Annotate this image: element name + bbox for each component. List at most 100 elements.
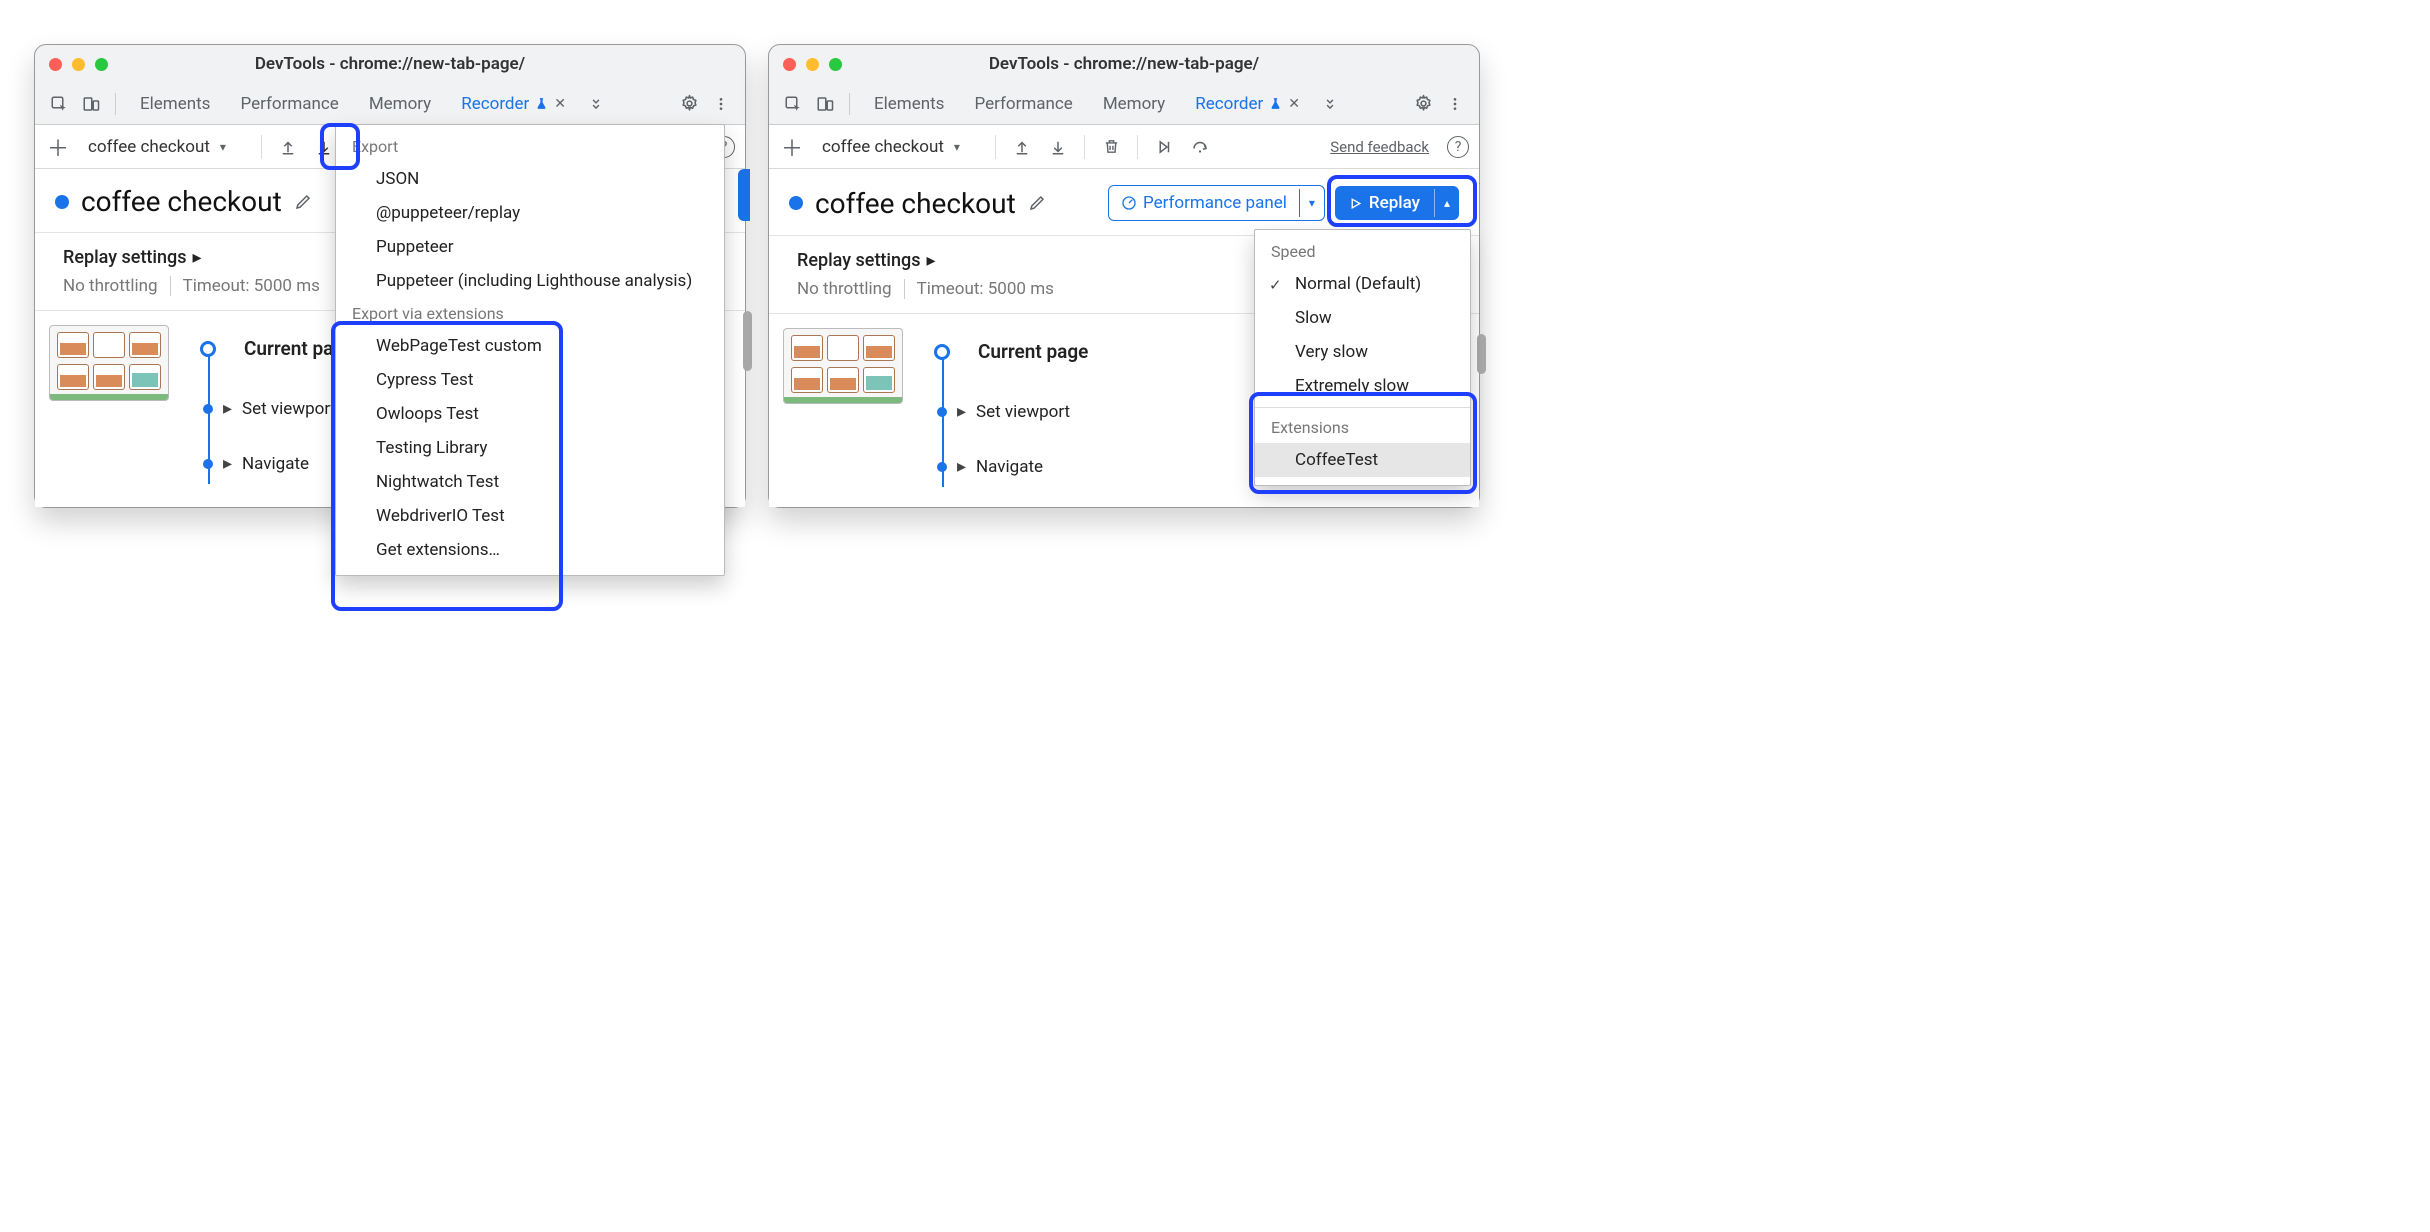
performance-panel-button[interactable]: Performance panel ▾ bbox=[1108, 185, 1325, 221]
tab-recorder-label: Recorder bbox=[1195, 94, 1263, 114]
replay-settings-label: Replay settings bbox=[63, 247, 187, 268]
timeout-value: Timeout: 5000 ms bbox=[170, 276, 320, 296]
recording-select[interactable]: coffee checkout ▾ bbox=[813, 133, 983, 161]
export-owloops[interactable]: Owloops Test bbox=[336, 397, 724, 431]
tab-recorder[interactable]: Recorder ✕ bbox=[447, 87, 580, 121]
edit-icon[interactable] bbox=[294, 193, 312, 211]
replay-speed-dropdown: Speed ✓ Normal (Default) Slow Very slow … bbox=[1254, 229, 1471, 486]
recorder-toolbar: ＋ coffee checkout ▾ Send feedback ? bbox=[769, 125, 1479, 169]
device-toggle-icon[interactable] bbox=[77, 90, 105, 118]
more-tabs-icon[interactable] bbox=[1316, 90, 1344, 118]
replay-button-partial[interactable] bbox=[738, 169, 750, 221]
close-window-button[interactable] bbox=[49, 58, 62, 71]
scrollbar[interactable] bbox=[1477, 334, 1486, 374]
step-set-viewport[interactable]: Set viewport bbox=[242, 399, 336, 419]
export-icon[interactable] bbox=[1044, 133, 1072, 161]
settings-gear-icon[interactable] bbox=[675, 90, 703, 118]
check-icon: ✓ bbox=[1269, 276, 1282, 294]
perf-panel-dropdown-icon[interactable]: ▾ bbox=[1299, 189, 1324, 217]
export-webdriverio[interactable]: WebdriverIO Test bbox=[336, 499, 724, 533]
export-webpagetest[interactable]: WebPageTest custom bbox=[336, 329, 724, 363]
extension-coffeetest[interactable]: CoffeeTest bbox=[1255, 443, 1470, 477]
export-testing-library[interactable]: Testing Library bbox=[336, 431, 724, 465]
recording-status-dot bbox=[55, 195, 69, 209]
send-feedback-link[interactable]: Send feedback bbox=[1330, 138, 1429, 156]
close-tab-icon[interactable]: ✕ bbox=[1288, 96, 1300, 112]
caret-right-icon: ▸ bbox=[957, 401, 966, 422]
maximize-window-button[interactable] bbox=[95, 58, 108, 71]
page-thumbnail bbox=[783, 328, 903, 404]
tab-performance[interactable]: Performance bbox=[226, 87, 352, 121]
import-icon[interactable] bbox=[274, 133, 302, 161]
separator bbox=[1137, 135, 1138, 159]
step-navigate[interactable]: Navigate bbox=[242, 454, 309, 474]
import-icon[interactable] bbox=[1008, 133, 1036, 161]
timeline-node bbox=[200, 341, 216, 357]
step-set-viewport[interactable]: Set viewport bbox=[976, 402, 1070, 422]
timeline-dot bbox=[203, 404, 213, 414]
tab-elements[interactable]: Elements bbox=[860, 87, 958, 121]
menu-separator bbox=[1255, 407, 1470, 408]
speed-normal-label: Normal (Default) bbox=[1295, 274, 1421, 294]
continue-icon[interactable] bbox=[1150, 133, 1178, 161]
replay-button[interactable]: Replay ▴ bbox=[1335, 186, 1459, 220]
help-icon[interactable]: ? bbox=[1447, 136, 1469, 158]
caret-right-icon: ▸ bbox=[223, 453, 232, 474]
step-over-icon[interactable] bbox=[1186, 133, 1214, 161]
device-toggle-icon[interactable] bbox=[811, 90, 839, 118]
new-recording-button[interactable]: ＋ bbox=[779, 131, 805, 163]
tab-performance[interactable]: Performance bbox=[960, 87, 1086, 121]
new-recording-button[interactable]: ＋ bbox=[45, 131, 71, 163]
export-cypress[interactable]: Cypress Test bbox=[336, 363, 724, 397]
speed-extremely-slow[interactable]: Extremely slow bbox=[1255, 369, 1470, 403]
replay-label: Replay bbox=[1369, 193, 1420, 213]
perf-panel-label: Performance panel bbox=[1143, 193, 1287, 213]
separator bbox=[995, 135, 996, 159]
export-get-extensions[interactable]: Get extensions… bbox=[336, 533, 724, 567]
kebab-menu-icon[interactable] bbox=[1441, 90, 1469, 118]
devtools-tabbar: Elements Performance Memory Recorder ✕ bbox=[769, 83, 1479, 125]
tab-elements[interactable]: Elements bbox=[126, 87, 224, 121]
window-title: DevTools - chrome://new-tab-page/ bbox=[769, 54, 1479, 74]
export-json[interactable]: JSON bbox=[336, 162, 724, 196]
recording-title: coffee checkout bbox=[815, 187, 1016, 220]
export-puppeteer[interactable]: Puppeteer bbox=[336, 230, 724, 264]
speed-slow[interactable]: Slow bbox=[1255, 301, 1470, 335]
recording-select[interactable]: coffee checkout ▾ bbox=[79, 133, 249, 161]
titlebar: DevTools - chrome://new-tab-page/ bbox=[769, 45, 1479, 83]
caret-right-icon: ▸ bbox=[193, 247, 202, 268]
edit-icon[interactable] bbox=[1028, 194, 1046, 212]
more-tabs-icon[interactable] bbox=[582, 90, 610, 118]
settings-gear-icon[interactable] bbox=[1409, 90, 1437, 118]
export-icon[interactable] bbox=[310, 133, 338, 161]
step-navigate[interactable]: Navigate bbox=[976, 457, 1043, 477]
flask-icon bbox=[535, 97, 548, 110]
caret-right-icon: ▸ bbox=[957, 456, 966, 477]
kebab-menu-icon[interactable] bbox=[707, 90, 735, 118]
inspect-icon[interactable] bbox=[779, 90, 807, 118]
caret-right-icon: ▸ bbox=[223, 398, 232, 419]
tab-recorder-label: Recorder bbox=[461, 94, 529, 114]
devtools-tabbar: Elements Performance Memory Recorder ✕ bbox=[35, 83, 745, 125]
minimize-window-button[interactable] bbox=[72, 58, 85, 71]
export-puppeteer-replay[interactable]: @puppeteer/replay bbox=[336, 196, 724, 230]
extensions-header: Extensions bbox=[1255, 412, 1470, 443]
scrollbar[interactable] bbox=[743, 311, 752, 371]
maximize-window-button[interactable] bbox=[829, 58, 842, 71]
tab-memory[interactable]: Memory bbox=[1089, 87, 1179, 121]
delete-icon[interactable] bbox=[1097, 133, 1125, 161]
inspect-icon[interactable] bbox=[45, 90, 73, 118]
replay-dropdown-icon[interactable]: ▴ bbox=[1434, 189, 1459, 217]
close-window-button[interactable] bbox=[783, 58, 796, 71]
close-tab-icon[interactable]: ✕ bbox=[554, 96, 566, 112]
speed-normal[interactable]: ✓ Normal (Default) bbox=[1255, 267, 1470, 301]
tab-recorder[interactable]: Recorder ✕ bbox=[1181, 87, 1314, 121]
export-nightwatch[interactable]: Nightwatch Test bbox=[336, 465, 724, 499]
speed-very-slow[interactable]: Very slow bbox=[1255, 335, 1470, 369]
devtools-window-right: DevTools - chrome://new-tab-page/ Elemen… bbox=[768, 44, 1480, 508]
minimize-window-button[interactable] bbox=[806, 58, 819, 71]
titlebar: DevTools - chrome://new-tab-page/ bbox=[35, 45, 745, 83]
step-current-page: Current page bbox=[978, 340, 1088, 363]
export-puppeteer-lighthouse[interactable]: Puppeteer (including Lighthouse analysis… bbox=[336, 264, 724, 298]
tab-memory[interactable]: Memory bbox=[355, 87, 445, 121]
